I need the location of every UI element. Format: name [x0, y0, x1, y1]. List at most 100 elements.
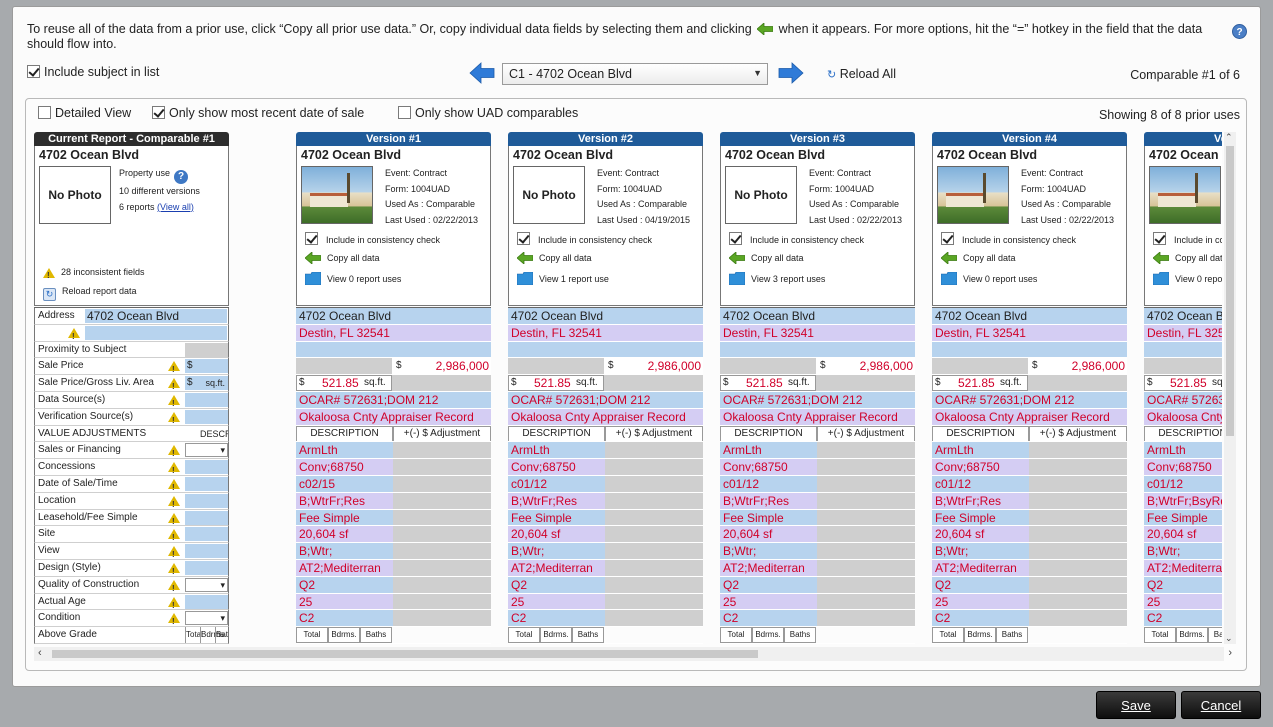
horizontal-scrollbar[interactable]: ‹ ›: [34, 647, 1232, 661]
city-field[interactable]: Destin, FL 32541: [1144, 324, 1222, 342]
adjustment-field[interactable]: [817, 576, 915, 593]
include-consistency-checkbox[interactable]: Include in consistency check: [305, 232, 440, 247]
adjustment-field[interactable]: [605, 459, 703, 475]
include-consistency-checkbox[interactable]: Include in consistency check: [1153, 232, 1222, 247]
adjustment-field[interactable]: [605, 576, 703, 593]
adjustment-field[interactable]: [1029, 459, 1127, 475]
description-field[interactable]: B;Wtr;: [720, 543, 817, 559]
adjustment-field[interactable]: [1029, 576, 1127, 593]
description-field[interactable]: C2: [720, 610, 817, 627]
description-field[interactable]: 25: [1144, 593, 1222, 610]
scroll-up-icon[interactable]: ⌃: [1225, 132, 1233, 143]
adjustment-field[interactable]: [393, 459, 491, 475]
save-button[interactable]: Save: [1096, 691, 1176, 719]
scroll-down-icon[interactable]: ⌄: [1225, 633, 1233, 644]
description-field[interactable]: B;Wtr;: [508, 543, 605, 559]
description-field[interactable]: Conv;68750: [508, 459, 605, 475]
data-source-field[interactable]: OCAR# 572631;DOM 212: [1144, 391, 1222, 409]
address-field[interactable]: 4702 Ocean Blvd: [508, 308, 703, 325]
view-report-uses-link[interactable]: View 3 report uses: [728, 271, 825, 289]
description-field[interactable]: c01/12: [508, 475, 605, 492]
adjustment-field[interactable]: [1029, 610, 1127, 627]
adjustment-field[interactable]: [393, 593, 491, 610]
adjustment-field[interactable]: [817, 593, 915, 610]
description-field[interactable]: B;Wtr;: [1144, 543, 1222, 559]
address-field[interactable]: 4702 Ocean Blvd: [296, 308, 491, 325]
adjustment-field[interactable]: [605, 475, 703, 492]
copy-all-data-button[interactable]: Copy all data: [1152, 251, 1222, 268]
description-field[interactable]: c02/15: [296, 475, 393, 492]
description-field[interactable]: c01/12: [1144, 475, 1222, 492]
no-photo-placeholder[interactable]: No Photo: [39, 166, 111, 224]
proximity-field[interactable]: [508, 341, 703, 359]
adjustment-field[interactable]: [1029, 509, 1127, 526]
adjustment-field[interactable]: [393, 576, 491, 593]
adjustment-field[interactable]: [605, 543, 703, 559]
description-field[interactable]: Conv;68750: [1144, 459, 1222, 475]
adjustment-field[interactable]: [1029, 559, 1127, 576]
adjustment-field[interactable]: [1029, 475, 1127, 492]
proximity-field[interactable]: [932, 341, 1127, 359]
adjustment-field[interactable]: [1029, 442, 1127, 459]
description-field[interactable]: Q2: [508, 576, 605, 593]
description-field[interactable]: 20,604 sf: [720, 526, 817, 543]
current-value-field[interactable]: [185, 460, 228, 475]
adjustment-field[interactable]: [393, 610, 491, 627]
adjustment-field[interactable]: [605, 526, 703, 543]
description-field[interactable]: C2: [932, 610, 1029, 627]
city-field[interactable]: Destin, FL 32541: [720, 324, 915, 342]
description-field[interactable]: C2: [1144, 610, 1222, 627]
description-field[interactable]: 25: [720, 593, 817, 610]
verification-field[interactable]: Okaloosa Cnty Appraiser Record: [508, 408, 703, 426]
description-field[interactable]: ArmLth: [296, 442, 393, 459]
adjustment-field[interactable]: [817, 459, 915, 475]
description-field[interactable]: Conv;68750: [720, 459, 817, 475]
adjustment-field[interactable]: [817, 543, 915, 559]
description-field[interactable]: 25: [296, 593, 393, 610]
current-proximity-field[interactable]: [185, 342, 228, 357]
adjustment-field[interactable]: [1029, 526, 1127, 543]
description-field[interactable]: 20,604 sf: [1144, 526, 1222, 543]
adjustment-field[interactable]: [1029, 593, 1127, 610]
description-field[interactable]: AT2;Mediterran: [508, 559, 605, 576]
data-source-field[interactable]: OCAR# 572631;DOM 212: [720, 391, 915, 409]
copy-all-data-button[interactable]: Copy all data: [516, 251, 592, 268]
city-field[interactable]: Destin, FL 32541: [508, 324, 703, 342]
city-field[interactable]: Destin, FL 32541: [932, 324, 1127, 342]
view-report-uses-link[interactable]: View 0 report uses: [940, 271, 1037, 289]
proximity-field[interactable]: [1144, 341, 1222, 359]
adjustment-field[interactable]: [817, 475, 915, 492]
description-field[interactable]: 20,604 sf: [932, 526, 1029, 543]
copy-all-data-button[interactable]: Copy all data: [728, 251, 804, 268]
adjustment-field[interactable]: [817, 526, 915, 543]
description-field[interactable]: 20,604 sf: [296, 526, 393, 543]
description-field[interactable]: Fee Simple: [932, 509, 1029, 526]
description-field[interactable]: Q2: [720, 576, 817, 593]
include-subject-checkbox[interactable]: Include subject in list: [27, 65, 159, 79]
adjustment-field[interactable]: [605, 593, 703, 610]
house-photo[interactable]: [301, 166, 373, 224]
adjustment-field[interactable]: [605, 559, 703, 576]
adjustment-field[interactable]: [393, 475, 491, 492]
description-field[interactable]: B;WtrFr;BsyRd: [1144, 492, 1222, 509]
verification-field[interactable]: Okaloosa Cnty Appraiser Record: [296, 408, 491, 426]
description-field[interactable]: Fee Simple: [720, 509, 817, 526]
adjustment-field[interactable]: [817, 492, 915, 509]
include-consistency-checkbox[interactable]: Include in consistency check: [729, 232, 864, 247]
adjustment-field[interactable]: [817, 442, 915, 459]
description-field[interactable]: B;Wtr;: [932, 543, 1029, 559]
inconsistent-fields[interactable]: 28 inconsistent fields: [43, 265, 145, 283]
view-all-link[interactable]: (View all): [157, 202, 194, 212]
data-source-field[interactable]: OCAR# 572631;DOM 212: [296, 391, 491, 409]
adjustment-field[interactable]: [393, 559, 491, 576]
address-field[interactable]: 4702 Ocean Blvd: [720, 308, 915, 325]
description-field[interactable]: 25: [932, 593, 1029, 610]
adjustment-field[interactable]: [393, 543, 491, 559]
copy-all-data-button[interactable]: Copy all data: [940, 251, 1016, 268]
include-consistency-checkbox[interactable]: Include in consistency check: [517, 232, 652, 247]
adjustment-field[interactable]: [393, 509, 491, 526]
most-recent-checkbox[interactable]: Only show most recent date of sale: [152, 106, 364, 120]
cancel-button[interactable]: Cancel: [1181, 691, 1261, 719]
vertical-scrollbar[interactable]: ⌃ ⌄: [1224, 132, 1236, 644]
adjustment-field[interactable]: [605, 442, 703, 459]
